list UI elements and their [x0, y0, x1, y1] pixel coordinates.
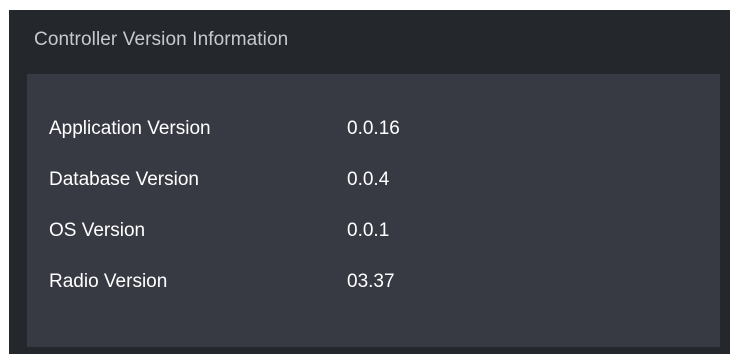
- info-value: 0.0.16: [347, 117, 400, 139]
- info-row-os-version: OS Version 0.0.1: [27, 205, 720, 256]
- version-info-body: Application Version 0.0.16 Database Vers…: [27, 74, 720, 347]
- info-value: 0.0.1: [347, 219, 390, 241]
- info-label: Database Version: [49, 168, 199, 190]
- version-info-panel: Controller Version Information Applicati…: [9, 10, 730, 354]
- info-row-application-version: Application Version 0.0.16: [27, 103, 720, 154]
- info-label: OS Version: [49, 219, 146, 241]
- info-row-database-version: Database Version 0.0.4: [27, 154, 720, 205]
- info-row-radio-version: Radio Version 03.37: [27, 256, 720, 307]
- info-label: Radio Version: [49, 270, 168, 292]
- info-label: Application Version: [49, 117, 211, 139]
- info-value: 0.0.4: [347, 168, 390, 190]
- panel-title: Controller Version Information: [34, 28, 289, 50]
- info-value: 03.37: [347, 270, 395, 292]
